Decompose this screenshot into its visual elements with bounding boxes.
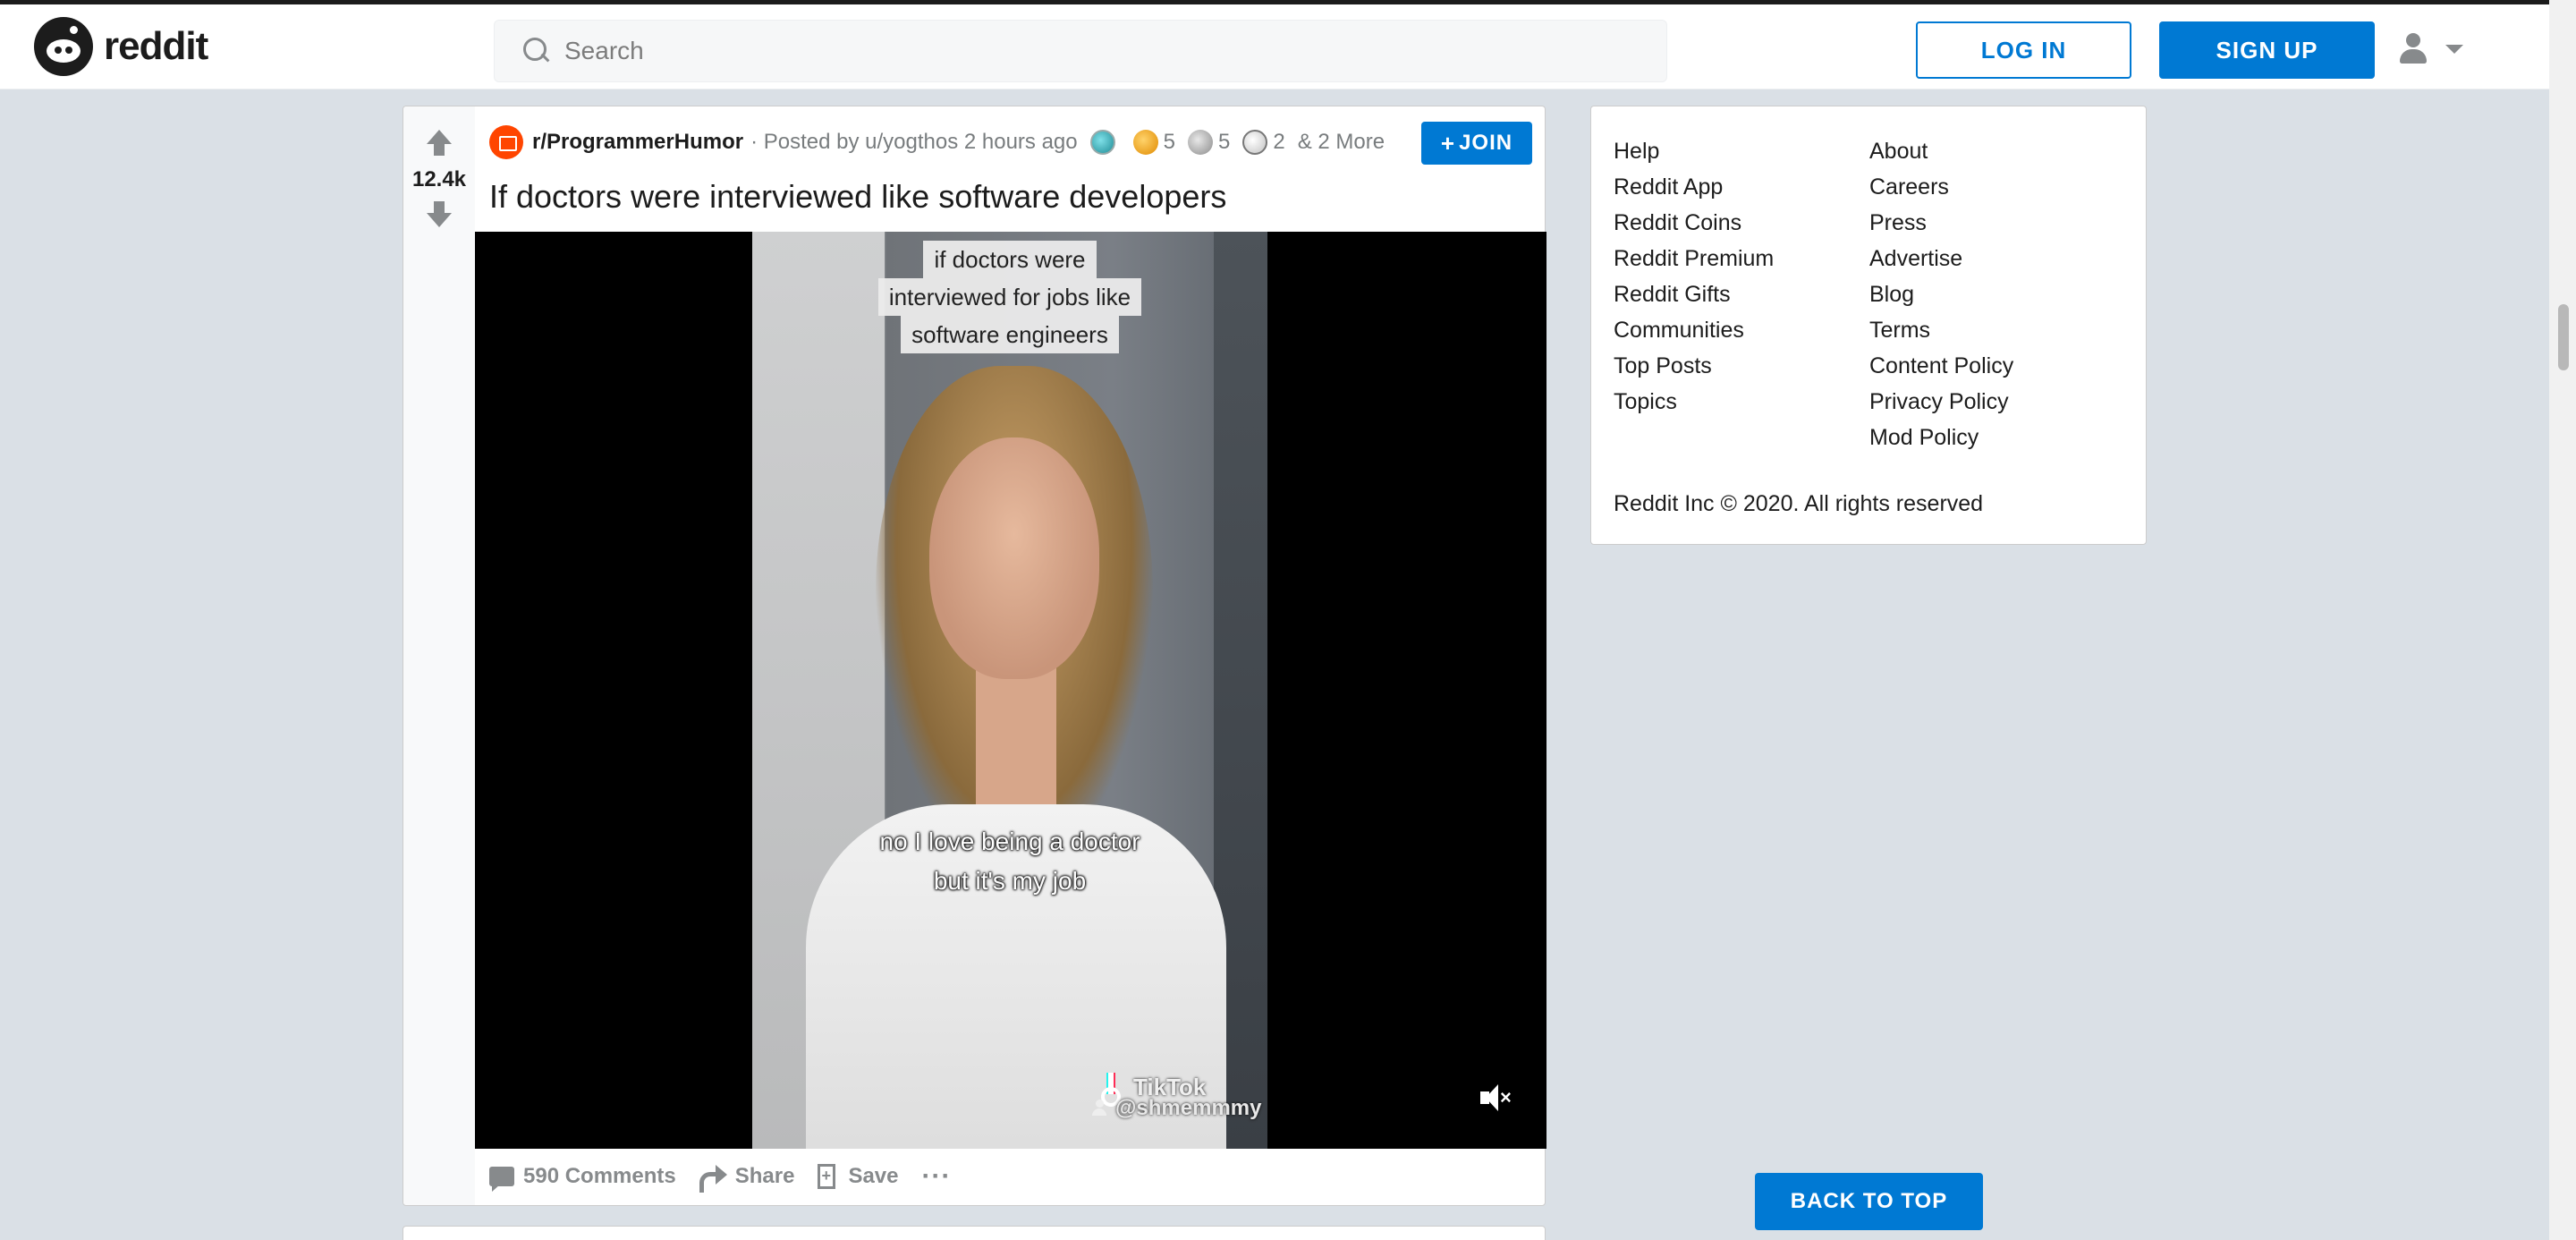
award-count: 2 bbox=[1273, 130, 1285, 154]
silver-award-icon[interactable] bbox=[1188, 130, 1213, 155]
login-button[interactable]: LOG IN bbox=[1916, 21, 2131, 79]
footer-link-terms[interactable]: Terms bbox=[1869, 312, 2013, 348]
mute-icon[interactable]: × bbox=[1479, 1082, 1514, 1114]
helpful-award-icon[interactable] bbox=[1089, 130, 1115, 155]
more-icon: ··· bbox=[921, 1161, 952, 1191]
footer-link-about[interactable]: About bbox=[1869, 133, 2013, 169]
search-icon bbox=[523, 38, 550, 64]
video-frame: if doctors were interviewed for jobs lik… bbox=[752, 232, 1267, 1149]
footer-link-blog[interactable]: Blog bbox=[1869, 276, 2013, 312]
footer-link-careers[interactable]: Careers bbox=[1869, 169, 2013, 205]
post-title[interactable]: If doctors were interviewed like softwar… bbox=[489, 178, 1226, 216]
footer-link-communities[interactable]: Communities bbox=[1614, 312, 1774, 348]
save-label: Save bbox=[848, 1164, 899, 1188]
more-options-button[interactable]: ··· bbox=[921, 1161, 952, 1191]
footer-link-press[interactable]: Press bbox=[1869, 205, 2013, 241]
posted-by[interactable]: · Posted by u/yogthos 2 hours ago bbox=[750, 130, 1078, 155]
footer-link-reddit-app[interactable]: Reddit App bbox=[1614, 169, 1774, 205]
footer-link-content-policy[interactable]: Content Policy bbox=[1869, 348, 2013, 384]
footer-links-col2: About Careers Press Advertise Blog Terms… bbox=[1869, 133, 2013, 455]
reddit-logo[interactable]: reddit bbox=[34, 17, 208, 76]
subtitle-line: but it's my job bbox=[933, 867, 1087, 895]
caption-line: if doctors were bbox=[923, 241, 1097, 278]
vote-column: 12.4k bbox=[403, 106, 475, 1205]
award-count: 5 bbox=[1163, 130, 1175, 154]
snoo-icon bbox=[34, 17, 93, 76]
scrollbar-thumb[interactable] bbox=[2558, 304, 2569, 370]
subreddit-link[interactable]: r/ProgrammerHumor bbox=[532, 130, 743, 155]
footer-links-col1: Help Reddit App Reddit Coins Reddit Prem… bbox=[1614, 133, 1774, 420]
vote-score: 12.4k bbox=[411, 167, 467, 191]
copyright-text: Reddit Inc © 2020. All rights reserved bbox=[1614, 491, 1984, 516]
user-menu-dropdown[interactable] bbox=[2397, 31, 2463, 67]
footer-link-reddit-gifts[interactable]: Reddit Gifts bbox=[1614, 276, 1774, 312]
footer-link-privacy-policy[interactable]: Privacy Policy bbox=[1869, 384, 2013, 420]
user-icon bbox=[2397, 31, 2429, 67]
footer-link-help[interactable]: Help bbox=[1614, 133, 1774, 169]
logo-text: reddit bbox=[104, 24, 208, 68]
search-bar[interactable] bbox=[494, 20, 1667, 82]
handle-label: @shmemmmy bbox=[1115, 1096, 1262, 1120]
page-scrollbar[interactable] bbox=[2549, 0, 2576, 1240]
top-header: reddit LOG IN SIGN UP bbox=[0, 0, 2549, 89]
plus-icon: + bbox=[1440, 129, 1456, 157]
footer-link-reddit-premium[interactable]: Reddit Premium bbox=[1614, 241, 1774, 276]
post-meta: r/ProgrammerHumor · Posted by u/yogthos … bbox=[489, 123, 1385, 162]
footer-link-reddit-coins[interactable]: Reddit Coins bbox=[1614, 205, 1774, 241]
save-button[interactable]: Save bbox=[818, 1164, 899, 1189]
footer-link-top-posts[interactable]: Top Posts bbox=[1614, 348, 1774, 384]
subtitle-line: no I love being a doctor bbox=[879, 828, 1140, 855]
caption-line: software engineers bbox=[901, 316, 1119, 353]
share-icon bbox=[699, 1165, 728, 1193]
search-input[interactable] bbox=[564, 37, 1620, 65]
comments-button[interactable]: 590 Comments bbox=[489, 1164, 676, 1192]
share-button[interactable]: Share bbox=[699, 1164, 795, 1193]
join-button[interactable]: + JOIN bbox=[1421, 122, 1532, 165]
next-post-card[interactable] bbox=[402, 1226, 1546, 1240]
comment-icon bbox=[489, 1167, 514, 1192]
upvote-icon[interactable] bbox=[427, 130, 452, 158]
video-player[interactable]: if doctors were interviewed for jobs lik… bbox=[475, 232, 1546, 1149]
award-count: 5 bbox=[1218, 130, 1231, 154]
footer-link-advertise[interactable]: Advertise bbox=[1869, 241, 2013, 276]
footer-links-card: Help Reddit App Reddit Coins Reddit Prem… bbox=[1590, 106, 2147, 545]
caption-line: interviewed for jobs like bbox=[877, 278, 1142, 316]
doge-award-icon[interactable] bbox=[1242, 130, 1268, 155]
signup-button[interactable]: SIGN UP bbox=[2159, 21, 2375, 79]
back-to-top-button[interactable]: BACK TO TOP bbox=[1755, 1173, 1983, 1230]
more-awards-link[interactable]: & 2 More bbox=[1298, 130, 1385, 155]
join-label: JOIN bbox=[1459, 131, 1513, 155]
video-subtitle: no I love being a doctor but it's my job bbox=[752, 822, 1267, 901]
share-label: Share bbox=[734, 1164, 795, 1188]
post-actions: 590 Comments Share Save ··· bbox=[489, 1157, 974, 1196]
subreddit-icon[interactable] bbox=[489, 125, 523, 159]
wholesome-award-icon[interactable] bbox=[1132, 130, 1158, 155]
comments-label: 590 Comments bbox=[523, 1164, 676, 1188]
footer-link-mod-policy[interactable]: Mod Policy bbox=[1869, 420, 2013, 455]
downvote-icon[interactable] bbox=[427, 201, 452, 230]
save-icon bbox=[818, 1164, 836, 1189]
post-card[interactable]: 12.4k r/ProgrammerHumor · Posted by u/yo… bbox=[402, 106, 1546, 1206]
footer-link-topics[interactable]: Topics bbox=[1614, 384, 1774, 420]
tiktok-handle: @shmemmmy bbox=[1092, 1096, 1261, 1121]
video-caption-top: if doctors were interviewed for jobs lik… bbox=[752, 241, 1267, 353]
chevron-down-icon bbox=[2445, 45, 2463, 54]
person-icon bbox=[1092, 1100, 1106, 1117]
